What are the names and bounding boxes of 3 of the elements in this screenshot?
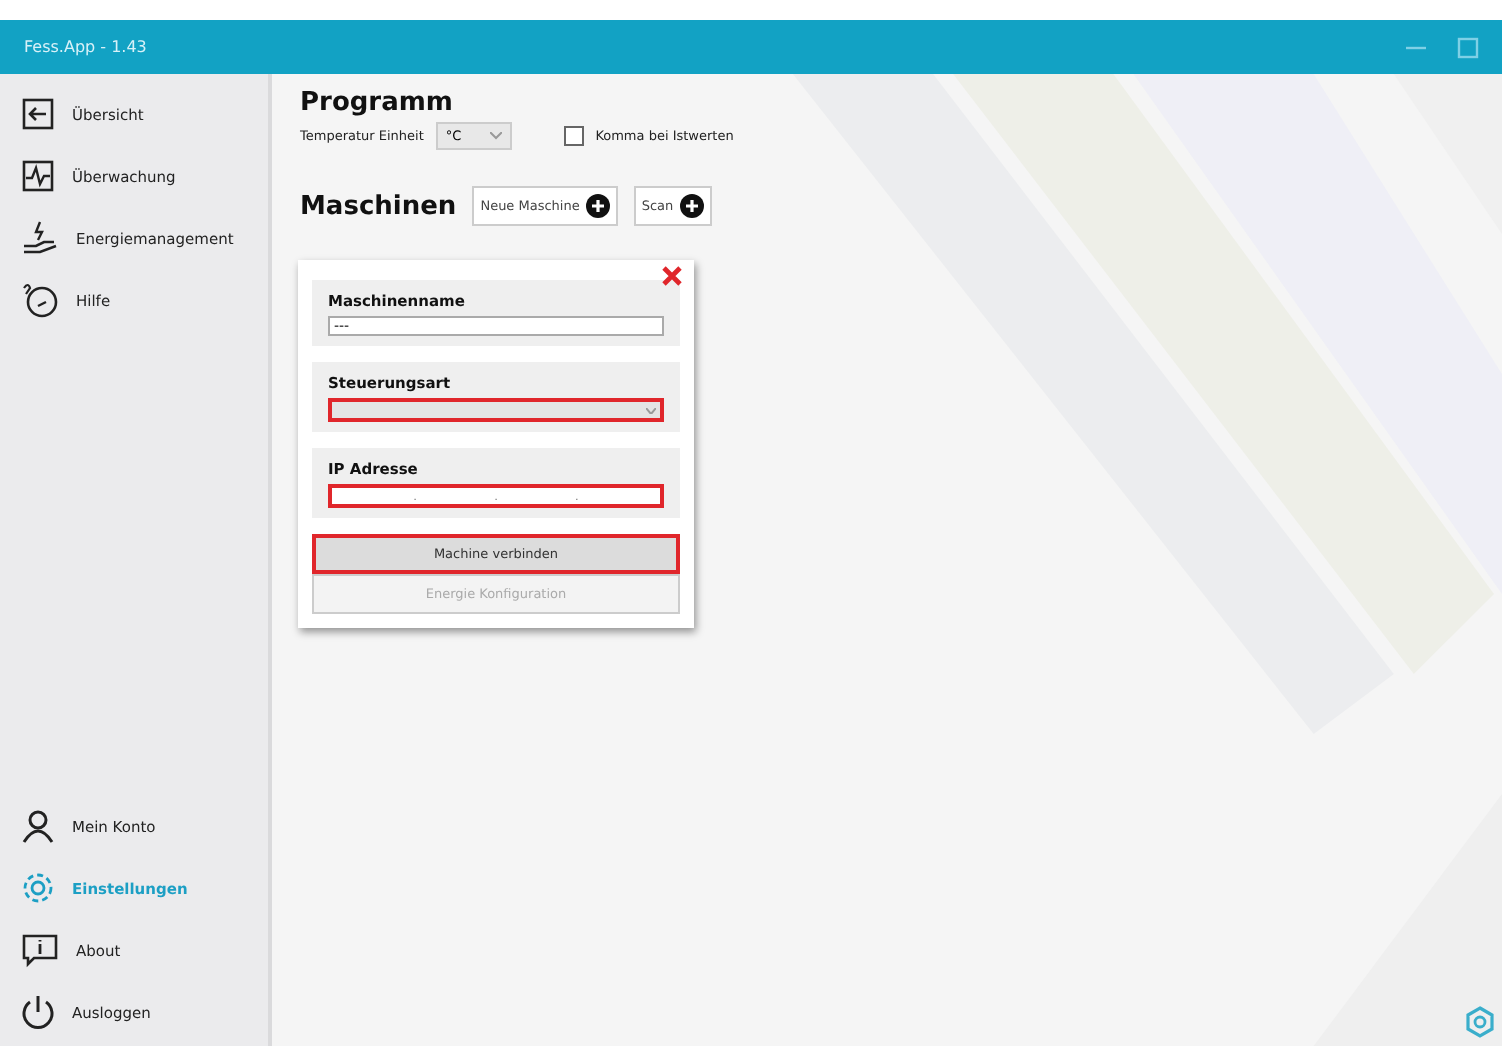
section-heading: Programm [300, 88, 455, 118]
window-title: Fess.App - 1.43 [24, 38, 147, 56]
section-heading: Maschinen [300, 191, 457, 221]
